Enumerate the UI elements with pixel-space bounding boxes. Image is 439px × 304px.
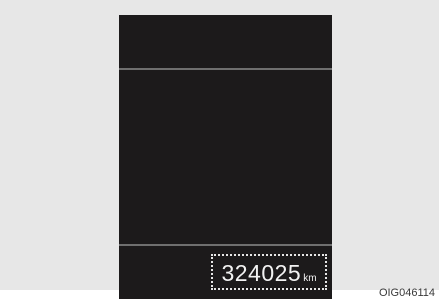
cluster-display: 324025 km xyxy=(119,15,332,299)
figure-code: OIG046114 xyxy=(378,287,435,299)
display-divider-top xyxy=(119,68,332,70)
odometer-unit: km xyxy=(303,273,317,284)
odometer-value: 324025 xyxy=(221,260,302,286)
odometer-readout: 324025 km xyxy=(211,254,327,290)
display-divider-bottom xyxy=(119,244,332,246)
